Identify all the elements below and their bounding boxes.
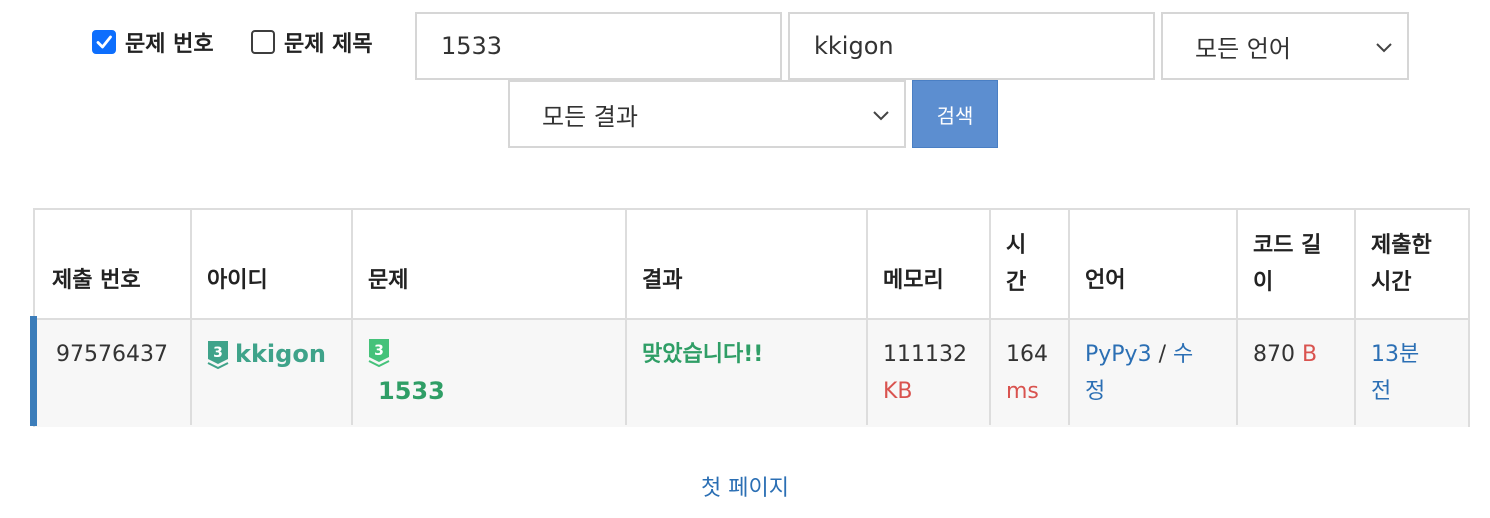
svg-text:3: 3 xyxy=(213,345,223,361)
row-accent-bar xyxy=(30,316,37,426)
cell-user-id[interactable]: 3 kkigon xyxy=(207,336,326,373)
code-length-unit: B xyxy=(1302,342,1318,367)
header-submission-id: 제출 번호 xyxy=(52,268,141,293)
result-select-value: 모든 결과 xyxy=(542,102,638,131)
column-divider xyxy=(1236,210,1238,425)
header-memory: 메모리 xyxy=(883,268,944,293)
header-user-id: 아이디 xyxy=(207,268,268,293)
cell-submission-id: 97576437 xyxy=(56,342,168,367)
search-button[interactable]: 검색 xyxy=(912,80,998,148)
column-divider xyxy=(351,210,353,425)
svg-text:3: 3 xyxy=(374,343,384,359)
code-length-value: 870 xyxy=(1253,342,1295,367)
edit-link-line1[interactable]: 수 xyxy=(1173,342,1193,367)
header-problem: 문제 xyxy=(368,268,409,293)
problem-tier-badge: 3 xyxy=(368,334,390,371)
header-result: 결과 xyxy=(642,268,683,293)
checkbox-unchecked-icon[interactable] xyxy=(251,30,275,54)
problem-id-link[interactable]: 1533 xyxy=(378,373,445,410)
problem-number-checkbox[interactable]: 문제 번호 xyxy=(92,27,214,57)
problem-id-value: 1533 xyxy=(441,32,503,60)
time-value: 164 xyxy=(1006,342,1048,367)
language-separator: / xyxy=(1158,342,1166,367)
problem-id-input[interactable]: 1533 xyxy=(415,12,782,80)
column-divider xyxy=(866,210,868,425)
header-language: 언어 xyxy=(1085,268,1126,293)
language-select-value: 모든 언어 xyxy=(1195,34,1291,63)
column-divider xyxy=(625,210,627,425)
tier-badge-icon: 3 xyxy=(368,338,390,368)
language-select[interactable]: 모든 언어 xyxy=(1161,12,1409,80)
chevron-down-icon xyxy=(872,104,890,132)
language-cell: PyPy3 / 수 xyxy=(1085,336,1193,373)
user-id-link[interactable]: kkigon xyxy=(235,336,326,373)
submitted-time-line1[interactable]: 13분 xyxy=(1371,336,1419,373)
chevron-down-icon xyxy=(1375,36,1393,64)
result-status: 맞았습니다!! xyxy=(642,342,764,367)
column-divider xyxy=(989,210,991,425)
memory-unit: KB xyxy=(883,379,913,404)
problem-number-label: 문제 번호 xyxy=(125,32,214,57)
search-button-label: 검색 xyxy=(936,103,974,128)
language-link[interactable]: PyPy3 xyxy=(1085,342,1152,367)
row-divider xyxy=(35,318,1468,320)
result-select[interactable]: 모든 결과 xyxy=(508,80,906,148)
time-unit: ms xyxy=(1006,379,1039,404)
submitted-time-line2[interactable]: 전 xyxy=(1371,373,1391,410)
header-submitted-line1: 제출한 xyxy=(1371,233,1432,258)
column-divider xyxy=(1068,210,1070,425)
problem-title-checkbox[interactable]: 문제 제목 xyxy=(251,27,373,57)
header-code-length-line1: 코드 길 xyxy=(1253,233,1322,258)
submission-table: 제출 번호 아이디 문제 결과 메모리 시 간 언어 코드 길 이 제출한 시간… xyxy=(33,208,1470,427)
user-id-input[interactable]: kkigon xyxy=(788,12,1155,80)
first-page-link[interactable]: 첫 페이지 xyxy=(701,476,789,501)
header-time-line2: 간 xyxy=(1006,270,1027,295)
column-divider xyxy=(1354,210,1356,425)
header-time-line1: 시 xyxy=(1006,233,1027,258)
tier-badge-icon: 3 xyxy=(207,340,229,370)
header-code-length-line2: 이 xyxy=(1253,270,1274,295)
problem-title-label: 문제 제목 xyxy=(284,32,373,57)
column-divider xyxy=(190,210,192,425)
pagination: 첫 페이지 xyxy=(0,470,1490,502)
code-length-cell: 870 B xyxy=(1253,336,1317,373)
checkbox-checked-icon[interactable] xyxy=(92,30,116,54)
memory-value: 111132 xyxy=(883,342,967,367)
edit-link-line2[interactable]: 정 xyxy=(1085,373,1105,410)
user-id-value: kkigon xyxy=(814,32,894,60)
header-submitted-line2: 시간 xyxy=(1371,270,1412,295)
